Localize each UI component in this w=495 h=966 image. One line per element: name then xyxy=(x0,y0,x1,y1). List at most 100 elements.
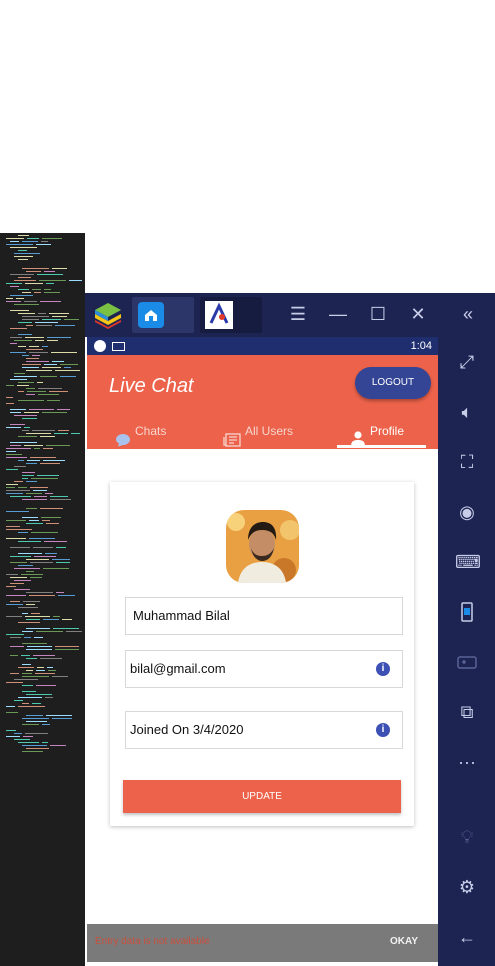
code-line xyxy=(58,430,69,431)
code-line xyxy=(43,460,65,461)
code-line xyxy=(18,250,27,251)
code-line xyxy=(6,520,26,521)
code-line xyxy=(22,673,32,674)
code-line xyxy=(44,289,51,290)
code-line xyxy=(22,718,49,719)
code-line xyxy=(29,538,55,539)
code-line xyxy=(21,655,30,656)
snackbar: Entry data is not available OKAY xyxy=(87,924,438,962)
snackbar-okay-button[interactable]: OKAY xyxy=(390,936,418,947)
more-icon[interactable]: ··· xyxy=(455,750,479,774)
code-line xyxy=(26,481,37,482)
app-status-icon xyxy=(94,340,106,352)
code-line xyxy=(26,658,37,659)
code-line xyxy=(35,322,58,323)
code-line xyxy=(71,433,80,434)
home-tab[interactable] xyxy=(132,297,194,333)
code-line xyxy=(40,436,55,437)
name-field[interactable]: Muhammad Bilal xyxy=(125,597,403,635)
code-line xyxy=(14,679,38,680)
update-button[interactable]: UPDATE xyxy=(123,780,401,813)
tab-profile[interactable]: Profile xyxy=(350,413,404,449)
info-icon[interactable]: i xyxy=(376,723,390,737)
tab-chats[interactable]: Chats xyxy=(115,413,166,449)
keyboard-icon[interactable]: ⌨ xyxy=(455,550,481,574)
code-line xyxy=(14,568,40,569)
eye-icon[interactable]: ◉ xyxy=(455,500,479,524)
code-line xyxy=(38,388,62,389)
code-line xyxy=(34,556,56,557)
code-line xyxy=(26,649,52,650)
collapse-icon[interactable]: « xyxy=(455,301,481,327)
code-line xyxy=(25,337,44,338)
code-line xyxy=(6,595,26,596)
close-icon[interactable]: ✕ xyxy=(405,301,431,327)
code-line xyxy=(60,364,78,365)
logout-button[interactable]: LOGOUT xyxy=(355,367,431,399)
code-line xyxy=(16,298,24,299)
rotate-icon[interactable] xyxy=(455,600,479,624)
tab-all-users[interactable]: All Users xyxy=(223,413,293,449)
code-line xyxy=(47,667,53,668)
code-line xyxy=(6,454,22,455)
code-line xyxy=(36,685,56,686)
code-line xyxy=(26,493,42,494)
tab-all-users-label: All Users xyxy=(245,424,294,438)
joined-field: Joined On 3/4/2020 i xyxy=(125,711,403,749)
code-line xyxy=(30,562,53,563)
code-line xyxy=(18,742,39,743)
code-line xyxy=(32,703,41,704)
bulb-icon[interactable]: 💡︎ xyxy=(455,825,479,849)
code-line xyxy=(22,703,29,704)
code-line xyxy=(41,241,48,242)
code-line xyxy=(26,628,50,629)
code-line xyxy=(18,382,34,383)
settings-icon[interactable]: ⚙ xyxy=(455,875,479,899)
code-line xyxy=(6,457,27,458)
code-line xyxy=(26,271,41,272)
app-tab[interactable] xyxy=(200,297,262,333)
code-line xyxy=(22,664,31,665)
code-line xyxy=(6,712,18,713)
code-line xyxy=(29,595,55,596)
avatar[interactable] xyxy=(226,510,299,583)
code-line xyxy=(32,289,41,290)
gamepad-icon[interactable] xyxy=(455,650,479,674)
code-line xyxy=(14,739,30,740)
back-icon[interactable]: ← xyxy=(455,925,479,949)
code-line xyxy=(24,301,37,302)
code-line xyxy=(22,631,33,632)
maximize-icon[interactable]: ☐ xyxy=(365,301,391,327)
code-line xyxy=(21,574,43,575)
code-line xyxy=(18,391,24,392)
code-line xyxy=(34,637,43,638)
code-line xyxy=(6,526,20,527)
newspaper-icon xyxy=(223,425,241,447)
info-icon[interactable]: i xyxy=(376,662,390,676)
code-line xyxy=(10,556,31,557)
code-line xyxy=(18,553,42,554)
code-line xyxy=(10,343,17,344)
menu-icon[interactable]: ☰ xyxy=(285,301,311,327)
profile-card: Muhammad Bilal bilal@gmail.com i Joined … xyxy=(110,482,414,826)
code-line xyxy=(52,268,67,269)
tab-profile-label: Profile xyxy=(370,424,405,438)
code-line xyxy=(18,565,33,566)
minimize-icon[interactable]: — xyxy=(325,301,351,327)
email-field[interactable]: bilal@gmail.com i xyxy=(125,650,403,688)
code-line xyxy=(18,346,26,347)
code-line xyxy=(10,424,25,425)
code-line xyxy=(22,364,41,365)
fullscreen-icon[interactable]: ⤢ xyxy=(455,350,479,374)
copy-icon[interactable]: ⧉ xyxy=(455,700,479,724)
screenshot-icon[interactable]: ⛶ xyxy=(455,450,479,474)
code-line xyxy=(44,292,60,293)
code-line xyxy=(42,520,50,521)
status-time: 1:04 xyxy=(410,340,432,352)
code-line xyxy=(10,274,34,275)
code-line xyxy=(6,511,29,512)
volume-icon[interactable]: 🔈︎ xyxy=(455,400,479,424)
code-line xyxy=(22,478,28,479)
code-line xyxy=(35,340,44,341)
code-line xyxy=(26,670,33,671)
